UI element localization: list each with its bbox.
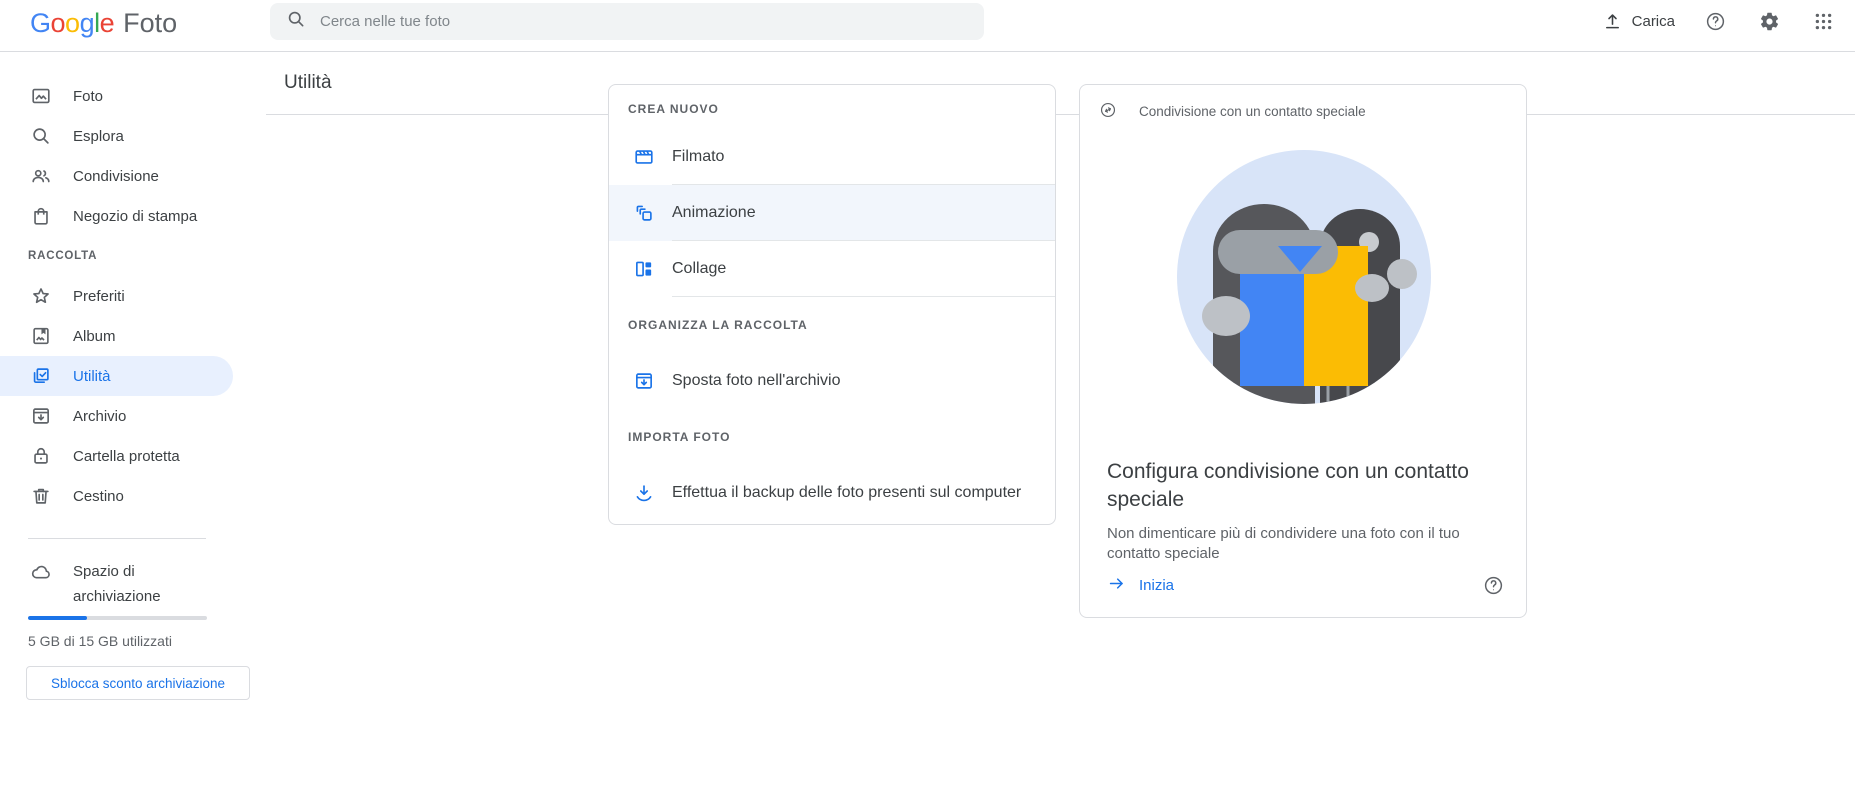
album-icon	[30, 325, 52, 347]
collage-icon	[633, 258, 655, 280]
sidebar-section-raccolta: RACCOLTA	[28, 250, 98, 262]
sidebar-item-archivio[interactable]: Archivio	[0, 396, 233, 436]
utilities-card: CREA NUOVO Filmato Animazione Collage OR…	[608, 84, 1056, 525]
storage-progress-bar	[28, 616, 207, 620]
people-icon	[30, 165, 52, 187]
sidebar-item-negozio-di-stampa[interactable]: Negozio di stampa	[0, 196, 233, 236]
help-button[interactable]	[1705, 9, 1729, 33]
utility-item-label: Filmato	[672, 148, 725, 165]
sidebar-item-foto[interactable]: Foto	[0, 76, 233, 116]
utility-item-label: Effettua il backup delle foto presenti s…	[672, 484, 1022, 501]
sidebar-item-utilita[interactable]: Utilità	[0, 356, 233, 396]
unlock-storage-discount-button[interactable]: Sblocca sconto archiviazione	[26, 666, 250, 700]
partner-card-header: Condivisione con un contatto speciale	[1139, 104, 1366, 119]
sidebar-item-label: Negozio di stampa	[73, 207, 198, 225]
utility-item-label: Collage	[672, 260, 727, 277]
settings-button[interactable]	[1759, 9, 1783, 33]
sidebar-item-label: Foto	[73, 87, 104, 105]
upload-button[interactable]: Carica	[1602, 11, 1675, 32]
storage-usage-text: 5 GB di 15 GB utilizzati	[28, 633, 172, 649]
sidebar-item-preferiti[interactable]: Preferiti	[0, 276, 233, 316]
movie-icon	[633, 146, 655, 168]
apps-grid-button[interactable]	[1813, 9, 1837, 33]
sidebar-item-label: Album	[73, 327, 116, 345]
google-photos-logo[interactable]: Google Foto	[30, 8, 177, 39]
utility-item-collage[interactable]: Collage	[609, 241, 1055, 297]
photo-icon	[30, 85, 52, 107]
search-bar[interactable]	[270, 3, 984, 40]
topbar-actions: Carica	[1602, 0, 1837, 42]
shopping-bag-icon	[30, 205, 52, 227]
storage-progress-fill	[28, 616, 88, 620]
utilities-check-icon	[30, 365, 52, 387]
apps-grid-icon	[1813, 11, 1837, 32]
organize-section-header: ORGANIZZA LA RACCOLTA	[628, 318, 808, 332]
logo-letter: e	[99, 8, 115, 38]
logo-letter: o	[50, 8, 66, 38]
logo-letter: g	[79, 8, 95, 38]
partner-sharing-icon	[1099, 101, 1117, 122]
sidebar-item-album[interactable]: Album	[0, 316, 233, 356]
sidebar-item-cestino[interactable]: Cestino	[0, 476, 233, 516]
start-label: Inizia	[1139, 577, 1175, 594]
lock-icon	[30, 445, 52, 467]
page-header: Utilità	[266, 52, 1855, 115]
sidebar-item-label: Cartella protetta	[73, 447, 180, 465]
storage-label: Spazio di archiviazione	[73, 563, 161, 605]
partner-card-title: Configura condivisione con un contatto s…	[1107, 460, 1469, 511]
archive-icon	[30, 405, 52, 427]
search-input[interactable]	[320, 13, 968, 30]
cloud-icon	[30, 561, 52, 583]
top-bar: Google Foto Carica	[0, 0, 1855, 52]
logo-product-name: Foto	[123, 8, 178, 38]
partner-card-body: Non dimenticare più di condividere una f…	[1107, 525, 1460, 562]
import-section-header: IMPORTA FOTO	[628, 430, 731, 444]
trash-icon	[30, 485, 52, 507]
partner-sharing-illustration	[1177, 150, 1431, 404]
backup-download-icon	[633, 482, 655, 504]
utility-item-backup[interactable]: Effettua il backup delle foto presenti s…	[609, 465, 1055, 521]
create-new-section-header: CREA NUOVO	[628, 102, 719, 116]
utility-item-filmato[interactable]: Filmato	[609, 129, 1055, 185]
main-content: Utilità CREA NUOVO Filmato Animazione Co…	[266, 52, 1855, 791]
utility-item-label: Sposta foto nell'archivio	[672, 372, 841, 389]
sidebar-item-label: Condivisione	[73, 167, 159, 185]
sidebar-item-condivisione[interactable]: Condivisione	[0, 156, 233, 196]
partner-sharing-card: Condivisione con un contatto speciale Co…	[1079, 84, 1527, 618]
sidebar-item-label: Preferiti	[73, 287, 125, 305]
page-title: Utilità	[284, 72, 332, 93]
google-photos-app: Google Foto Carica	[0, 0, 1855, 791]
utility-item-animazione[interactable]: Animazione	[609, 185, 1055, 241]
logo-letter: G	[30, 8, 51, 38]
search-icon	[30, 125, 52, 147]
sidebar-item-cartella-protetta[interactable]: Cartella protetta	[0, 436, 233, 476]
help-icon	[1705, 11, 1729, 32]
upload-icon	[1602, 11, 1623, 32]
partner-help-icon[interactable]	[1483, 575, 1504, 596]
sidebar-item-esplora[interactable]: Esplora	[0, 116, 233, 156]
gear-icon	[1759, 11, 1783, 32]
search-icon	[286, 9, 306, 34]
sidebar-item-label: Esplora	[73, 127, 124, 145]
upload-label: Carica	[1631, 12, 1675, 30]
storage-section: Spazio di archiviazione 5 GB di 15 GB ut…	[0, 539, 266, 700]
animation-icon	[633, 202, 655, 224]
arrow-right-icon	[1107, 574, 1126, 597]
utility-item-label: Animazione	[672, 204, 756, 221]
move-to-archive-icon	[633, 370, 655, 392]
sidebar-item-label: Utilità	[73, 367, 111, 385]
utility-item-sposta-archivio[interactable]: Sposta foto nell'archivio	[609, 353, 1055, 409]
start-partner-sharing-link[interactable]: Inizia	[1107, 574, 1174, 597]
sidebar-item-label: Cestino	[73, 487, 124, 505]
star-icon	[30, 285, 52, 307]
logo-letter: o	[65, 8, 80, 38]
sidebar-item-label: Archivio	[73, 407, 127, 425]
sidebar: Foto Esplora Condivisione Negozio di sta…	[0, 52, 266, 791]
